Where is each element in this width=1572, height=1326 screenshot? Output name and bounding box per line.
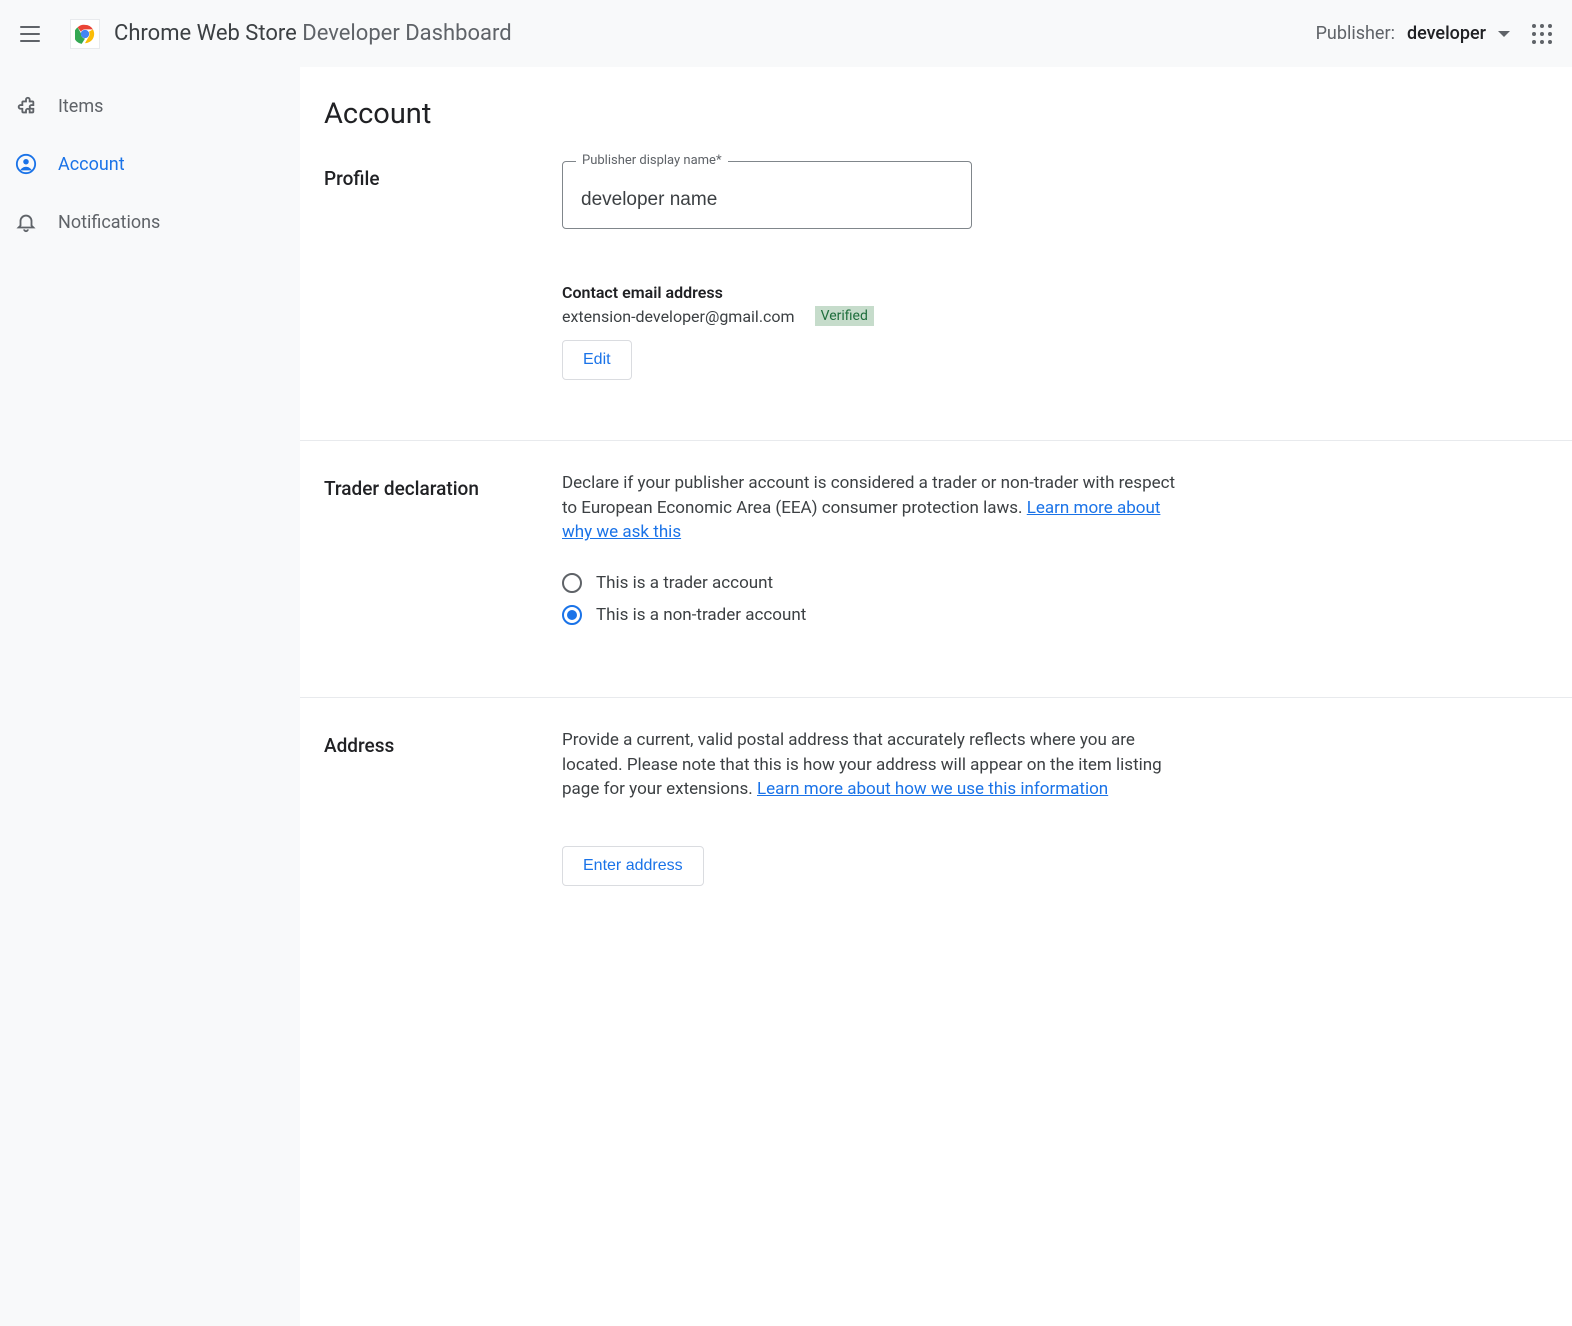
sidebar: Items Account Notifications xyxy=(0,67,300,1326)
publisher-display-name-input[interactable] xyxy=(562,161,972,229)
publisher-label: Publisher: xyxy=(1316,23,1395,44)
section-label-profile: Profile xyxy=(324,161,562,380)
radio-icon xyxy=(562,605,582,625)
radio-nontrader-account[interactable]: This is a non-trader account xyxy=(562,605,1187,625)
section-profile: Profile Publisher display name* Contact … xyxy=(300,131,1572,441)
radio-trader-account[interactable]: This is a trader account xyxy=(562,573,1187,593)
radio-icon xyxy=(562,573,582,593)
header-title: Chrome Web Store Developer Dashboard xyxy=(114,21,512,46)
trader-description: Declare if your publisher account is con… xyxy=(562,471,1187,545)
account-icon xyxy=(14,152,38,176)
menu-icon[interactable] xyxy=(20,22,44,46)
sidebar-item-items[interactable]: Items xyxy=(0,77,300,135)
apps-grid-icon[interactable] xyxy=(1532,24,1552,44)
title-sub: Developer Dashboard xyxy=(297,21,512,46)
sidebar-item-label: Account xyxy=(58,154,125,175)
main-content: Account Profile Publisher display name* … xyxy=(300,67,1572,1326)
bell-icon xyxy=(14,210,38,234)
radio-label: This is a trader account xyxy=(596,573,773,593)
sidebar-item-label: Notifications xyxy=(58,212,160,233)
address-description: Provide a current, valid postal address … xyxy=(562,728,1187,802)
section-label-trader: Trader declaration xyxy=(324,471,562,637)
section-address: Address Provide a current, valid postal … xyxy=(300,698,1572,946)
publisher-value: developer xyxy=(1407,23,1486,44)
publisher-display-name-label: Publisher display name* xyxy=(576,153,728,168)
enter-address-button[interactable]: Enter address xyxy=(562,846,704,886)
chrome-icon xyxy=(75,24,95,44)
chrome-logo xyxy=(70,19,100,49)
contact-email-value: extension-developer@gmail.com xyxy=(562,307,795,326)
publisher-select[interactable]: Publisher: developer xyxy=(1316,23,1510,44)
dropdown-arrow-icon xyxy=(1498,31,1510,37)
sidebar-item-account[interactable]: Account xyxy=(0,135,300,193)
radio-label: This is a non-trader account xyxy=(596,605,806,625)
publisher-display-name-field: Publisher display name* xyxy=(562,161,972,229)
sidebar-item-label: Items xyxy=(58,96,103,117)
address-learn-more-link[interactable]: Learn more about how we use this informa… xyxy=(757,779,1108,799)
verified-badge: Verified xyxy=(815,306,874,326)
section-trader: Trader declaration Declare if your publi… xyxy=(300,441,1572,698)
section-label-address: Address xyxy=(324,728,562,886)
extension-icon xyxy=(14,94,38,118)
title-main: Chrome Web Store xyxy=(114,21,297,46)
app-header: Chrome Web Store Developer Dashboard Pub… xyxy=(0,0,1572,67)
edit-email-button[interactable]: Edit xyxy=(562,340,632,380)
page-title: Account xyxy=(300,67,1572,131)
sidebar-item-notifications[interactable]: Notifications xyxy=(0,193,300,251)
contact-email-heading: Contact email address xyxy=(562,283,1187,302)
